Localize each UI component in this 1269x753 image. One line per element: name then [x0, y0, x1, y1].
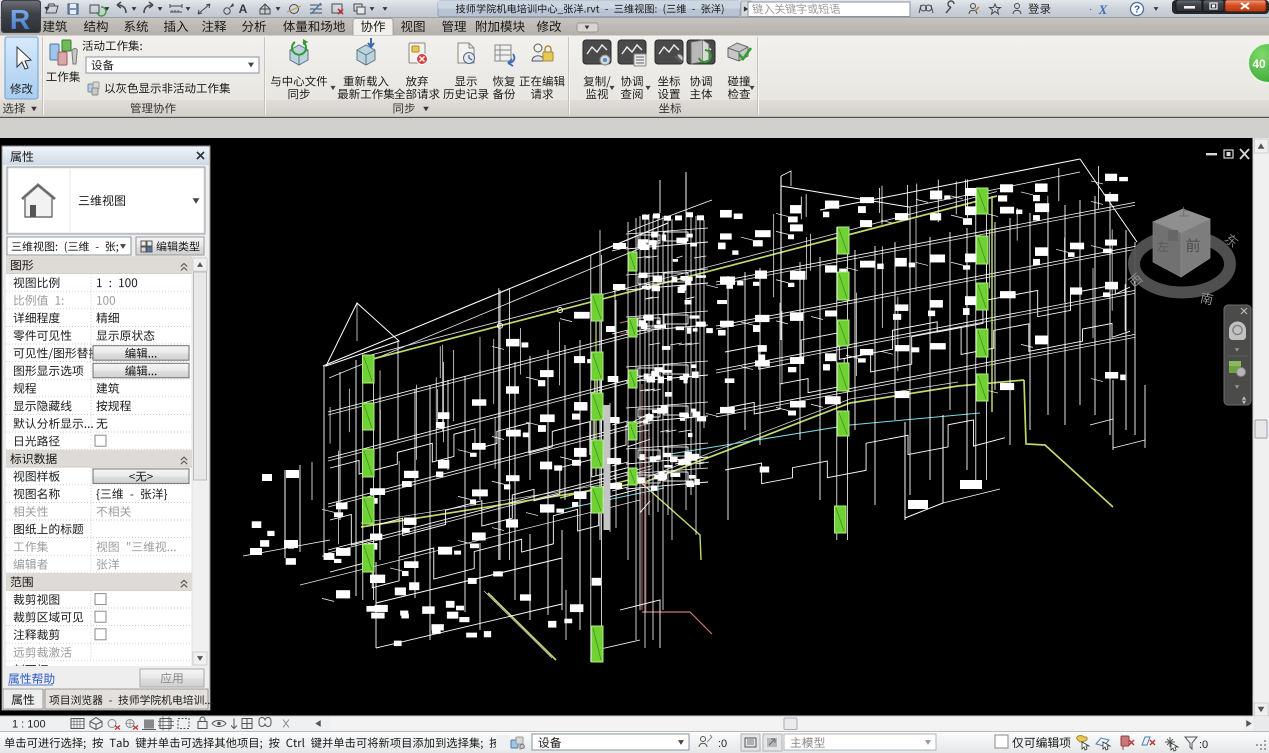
- svg-text:X: X: [1098, 2, 1108, 17]
- svg-text:1 : 100: 1 : 100: [12, 719, 46, 731]
- svg-text:?: ?: [1134, 5, 1140, 16]
- svg-text::0: :0: [1199, 739, 1208, 751]
- svg-text::0: :0: [718, 738, 727, 750]
- svg-text:·: ·: [1089, 4, 1092, 15]
- svg-text:A: A: [239, 2, 248, 16]
- svg-text:40: 40: [1252, 57, 1266, 71]
- svg-text:R: R: [10, 4, 30, 35]
